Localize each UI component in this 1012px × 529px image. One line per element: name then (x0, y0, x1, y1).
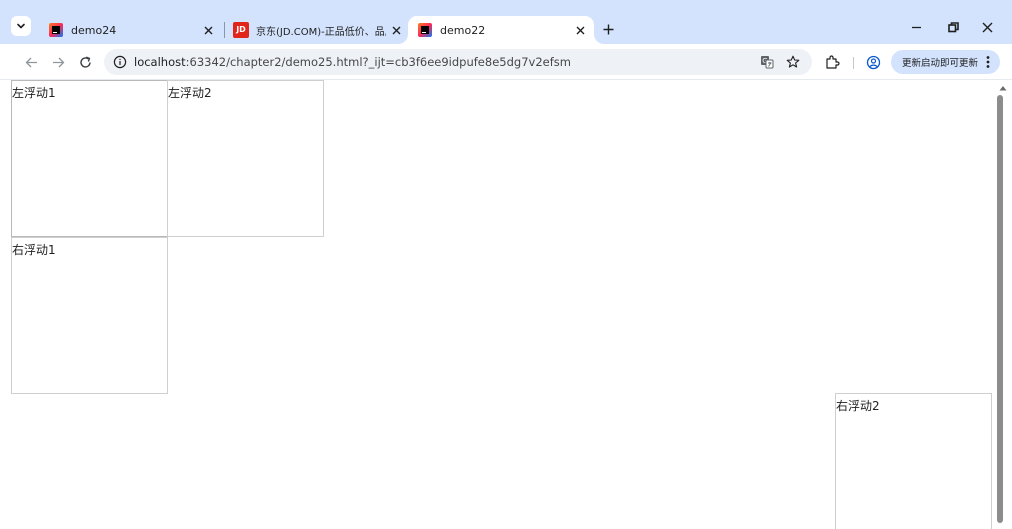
float-left-box-2: 左浮动2 (167, 80, 324, 237)
tab-search-button[interactable] (11, 16, 31, 36)
star-icon (786, 55, 800, 68)
menu-dots-icon[interactable] (984, 54, 992, 70)
scrollbar-thumb[interactable] (997, 95, 1003, 523)
translate-button[interactable]: G (759, 54, 775, 70)
float-right-box-2: 右浮动2 (835, 393, 992, 529)
back-button[interactable] (21, 52, 41, 72)
extensions-button[interactable] (824, 54, 840, 70)
jd-icon: JD (233, 22, 249, 38)
toolbar: localhost:63342/chapter2/demo25.html?_ij… (0, 44, 1012, 80)
address-bar[interactable]: localhost:63342/chapter2/demo25.html?_ij… (104, 49, 812, 75)
tab-title: 京东(JD.COM)-正品低价、品质 (256, 26, 386, 38)
url-path: :63342/chapter2/demo25.html?_ijt=cb3f6ee… (185, 55, 571, 69)
scroll-up-arrow-icon[interactable] (997, 83, 1009, 93)
close-icon[interactable] (572, 22, 588, 38)
tab-jd[interactable]: JD 京东(JD.COM)-正品低价、品质 (228, 16, 410, 44)
close-window-button[interactable] (976, 17, 998, 37)
float-right-box-1: 右浮动1 (11, 237, 168, 394)
tab-title: demo24 (71, 23, 117, 37)
url-text[interactable]: localhost:63342/chapter2/demo25.html?_ij… (134, 54, 571, 70)
tab-demo22[interactable]: demo22 (408, 16, 594, 44)
tab-strip: demo24 JD 京东(JD.COM)-正品低价、品质 demo22 (0, 0, 1012, 44)
box-label: 右浮动1 (12, 243, 56, 257)
toolbar-divider (853, 57, 854, 69)
new-tab-button[interactable] (598, 19, 618, 39)
update-button[interactable]: 更新启动即可更新 (891, 50, 1000, 74)
plus-icon (603, 24, 613, 34)
float-left-box-1: 左浮动1 (11, 80, 168, 237)
restore-icon (947, 21, 959, 32)
profile-button[interactable] (865, 54, 881, 70)
profile-icon (866, 55, 880, 69)
box-label: 右浮动2 (836, 399, 880, 413)
tab-title: demo22 (440, 23, 486, 37)
jd-icon-text: JD (236, 25, 246, 34)
translate-icon: G (761, 56, 774, 69)
reload-icon (79, 56, 91, 68)
info-icon[interactable] (113, 55, 127, 69)
extensions-icon (825, 54, 840, 69)
bookmark-button[interactable] (785, 54, 801, 70)
vertical-scrollbar[interactable] (994, 80, 1012, 529)
chevron-down-icon (17, 23, 25, 29)
box-label: 左浮动2 (168, 86, 212, 100)
url-host: localhost (134, 55, 186, 69)
restore-button[interactable] (942, 17, 964, 37)
tab-demo24[interactable]: demo24 (42, 16, 222, 44)
intellij-icon (418, 23, 432, 37)
page-viewport: 左浮动1 左浮动2 右浮动1 右浮动2 (0, 80, 1012, 529)
back-icon (25, 57, 37, 67)
minimize-button[interactable] (905, 17, 927, 37)
close-icon (982, 22, 992, 32)
intellij-icon (49, 23, 63, 37)
close-icon[interactable] (200, 22, 216, 38)
forward-button[interactable] (48, 52, 68, 72)
update-label: 更新启动即可更新 (902, 58, 979, 69)
reload-button[interactable] (75, 52, 95, 72)
minimize-icon (911, 26, 921, 28)
forward-icon (52, 57, 64, 67)
box-label: 左浮动1 (12, 86, 56, 100)
tab-divider (224, 22, 225, 38)
